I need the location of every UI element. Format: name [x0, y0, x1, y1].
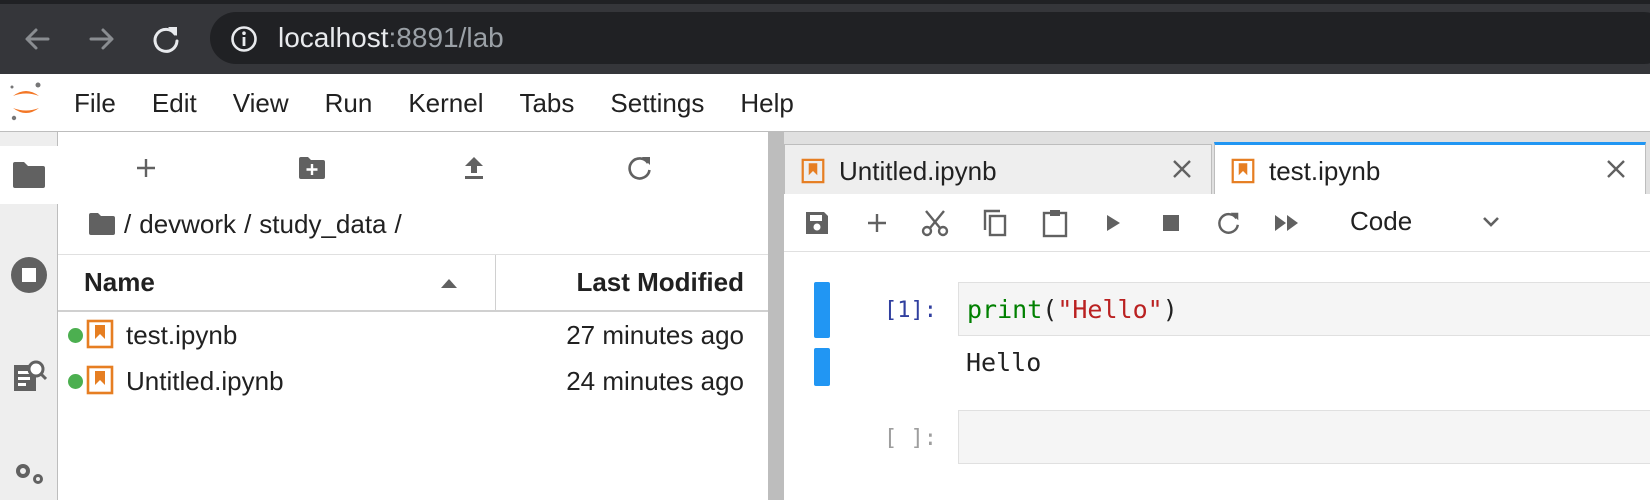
menu-file[interactable]: File: [74, 89, 116, 117]
file-browser-tab[interactable]: [0, 146, 58, 204]
breadcrumb-separator: /: [124, 208, 132, 239]
breadcrumb-separator: /: [244, 208, 252, 239]
property-inspector-icon: [11, 357, 47, 393]
url-path: :8891/lab: [388, 22, 504, 53]
running-indicator: [68, 374, 83, 389]
close-icon[interactable]: [1605, 158, 1627, 180]
left-activity-bar: [0, 132, 58, 500]
chevron-down-icon[interactable]: [1480, 210, 1502, 232]
column-name-header[interactable]: Name: [84, 267, 155, 298]
active-output-indicator[interactable]: [814, 348, 830, 386]
restart-icon[interactable]: [1212, 206, 1246, 240]
notebook-icon: [86, 319, 114, 349]
cut-icon[interactable]: [918, 206, 952, 240]
breadcrumb-study-data[interactable]: study_data: [259, 209, 386, 240]
tab-test[interactable]: test.ipynb: [1214, 142, 1646, 194]
input-prompt: [ ]:: [884, 426, 937, 451]
home-folder-icon[interactable]: [88, 212, 116, 236]
property-inspector-tab[interactable]: [0, 346, 58, 404]
file-name: test.ipynb: [126, 320, 238, 350]
cell-type-select[interactable]: Code: [1350, 206, 1412, 237]
menu-run[interactable]: Run: [325, 89, 373, 117]
code-function: print: [967, 295, 1043, 324]
menu-help[interactable]: Help: [740, 89, 793, 117]
run-icon[interactable]: [1096, 206, 1130, 240]
stop-circle-icon: [10, 256, 48, 294]
close-icon[interactable]: [1171, 158, 1193, 180]
browser-chrome: localhost:8891/lab: [0, 0, 1650, 74]
file-modified: 27 minutes ago: [566, 320, 744, 350]
code-text: print("Hello"): [967, 295, 1178, 324]
code-cell-input[interactable]: print("Hello"): [958, 282, 1650, 336]
info-icon[interactable]: [230, 25, 258, 53]
breadcrumb: / devwork / study_data /: [88, 204, 410, 244]
menu-kernel[interactable]: Kernel: [408, 89, 483, 117]
tab-untitled[interactable]: Untitled.ipynb: [784, 144, 1212, 194]
extension-icon: [11, 453, 47, 489]
stop-icon[interactable]: [1154, 206, 1188, 240]
breadcrumb-separator: /: [394, 208, 402, 239]
new-folder-icon[interactable]: [294, 150, 330, 186]
tab-label: test.ipynb: [1269, 156, 1381, 186]
notebook-icon: [801, 158, 825, 184]
insert-cell-icon[interactable]: [860, 206, 894, 240]
notebook-icon: [86, 365, 114, 395]
code-string: "Hello": [1057, 295, 1163, 324]
address-bar[interactable]: localhost:8891/lab: [210, 12, 1650, 64]
folder-icon: [11, 160, 47, 190]
notebook-icon: [1231, 158, 1255, 184]
copy-icon[interactable]: [978, 206, 1012, 240]
cell-output: Hello: [966, 348, 1042, 377]
file-modified: 24 minutes ago: [566, 366, 744, 396]
sort-ascending-icon[interactable]: [440, 277, 458, 289]
file-list-header: Name Last Modified: [58, 254, 768, 312]
notebook-area: [1]: print("Hello") Hello [ ]:: [784, 252, 1650, 500]
running-sessions-tab[interactable]: [0, 246, 58, 304]
url-host: localhost: [278, 22, 389, 53]
upload-icon[interactable]: [456, 150, 492, 186]
code-paren-close: ): [1162, 295, 1178, 324]
code-paren-open: (: [1042, 295, 1058, 324]
column-divider[interactable]: [495, 255, 496, 311]
file-name: Untitled.ipynb: [126, 366, 284, 396]
back-arrow-icon[interactable]: [20, 22, 54, 56]
document-tab-bar: Untitled.ipynb test.ipynb: [784, 132, 1650, 194]
tab-label: Untitled.ipynb: [839, 156, 997, 186]
file-browser-panel: / devwork / study_data / Name Last Modif…: [58, 132, 768, 500]
code-cell-input-empty[interactable]: [958, 410, 1650, 464]
menu-bar: File Edit View Run Kernel Tabs Settings …: [0, 74, 1650, 132]
menu-settings[interactable]: Settings: [610, 89, 704, 117]
file-browser-toolbar: [58, 132, 768, 202]
url-text: localhost:8891/lab: [278, 24, 504, 52]
menu-view[interactable]: View: [233, 89, 289, 117]
reload-icon[interactable]: [149, 22, 183, 56]
new-launcher-icon[interactable]: [128, 150, 164, 186]
column-modified-header[interactable]: Last Modified: [576, 267, 744, 298]
restart-run-all-icon[interactable]: [1270, 206, 1304, 240]
input-prompt: [1]:: [884, 298, 937, 323]
breadcrumb-devwork[interactable]: devwork: [139, 209, 236, 240]
active-cell-indicator[interactable]: [814, 282, 830, 338]
menu-tabs[interactable]: Tabs: [519, 89, 574, 117]
extension-manager-tab[interactable]: [0, 442, 58, 500]
menu-edit[interactable]: Edit: [152, 89, 197, 117]
save-icon[interactable]: [800, 206, 834, 240]
file-row-test[interactable]: test.ipynb 27 minutes ago: [58, 312, 768, 358]
panel-splitter[interactable]: [768, 132, 784, 500]
jupyter-logo-icon: [8, 80, 44, 124]
file-row-untitled[interactable]: Untitled.ipynb 24 minutes ago: [58, 358, 768, 404]
notebook-toolbar: Code: [784, 194, 1650, 252]
refresh-icon[interactable]: [622, 150, 658, 186]
forward-arrow-icon[interactable]: [85, 22, 119, 56]
running-indicator: [68, 328, 83, 343]
paste-icon[interactable]: [1038, 206, 1072, 240]
